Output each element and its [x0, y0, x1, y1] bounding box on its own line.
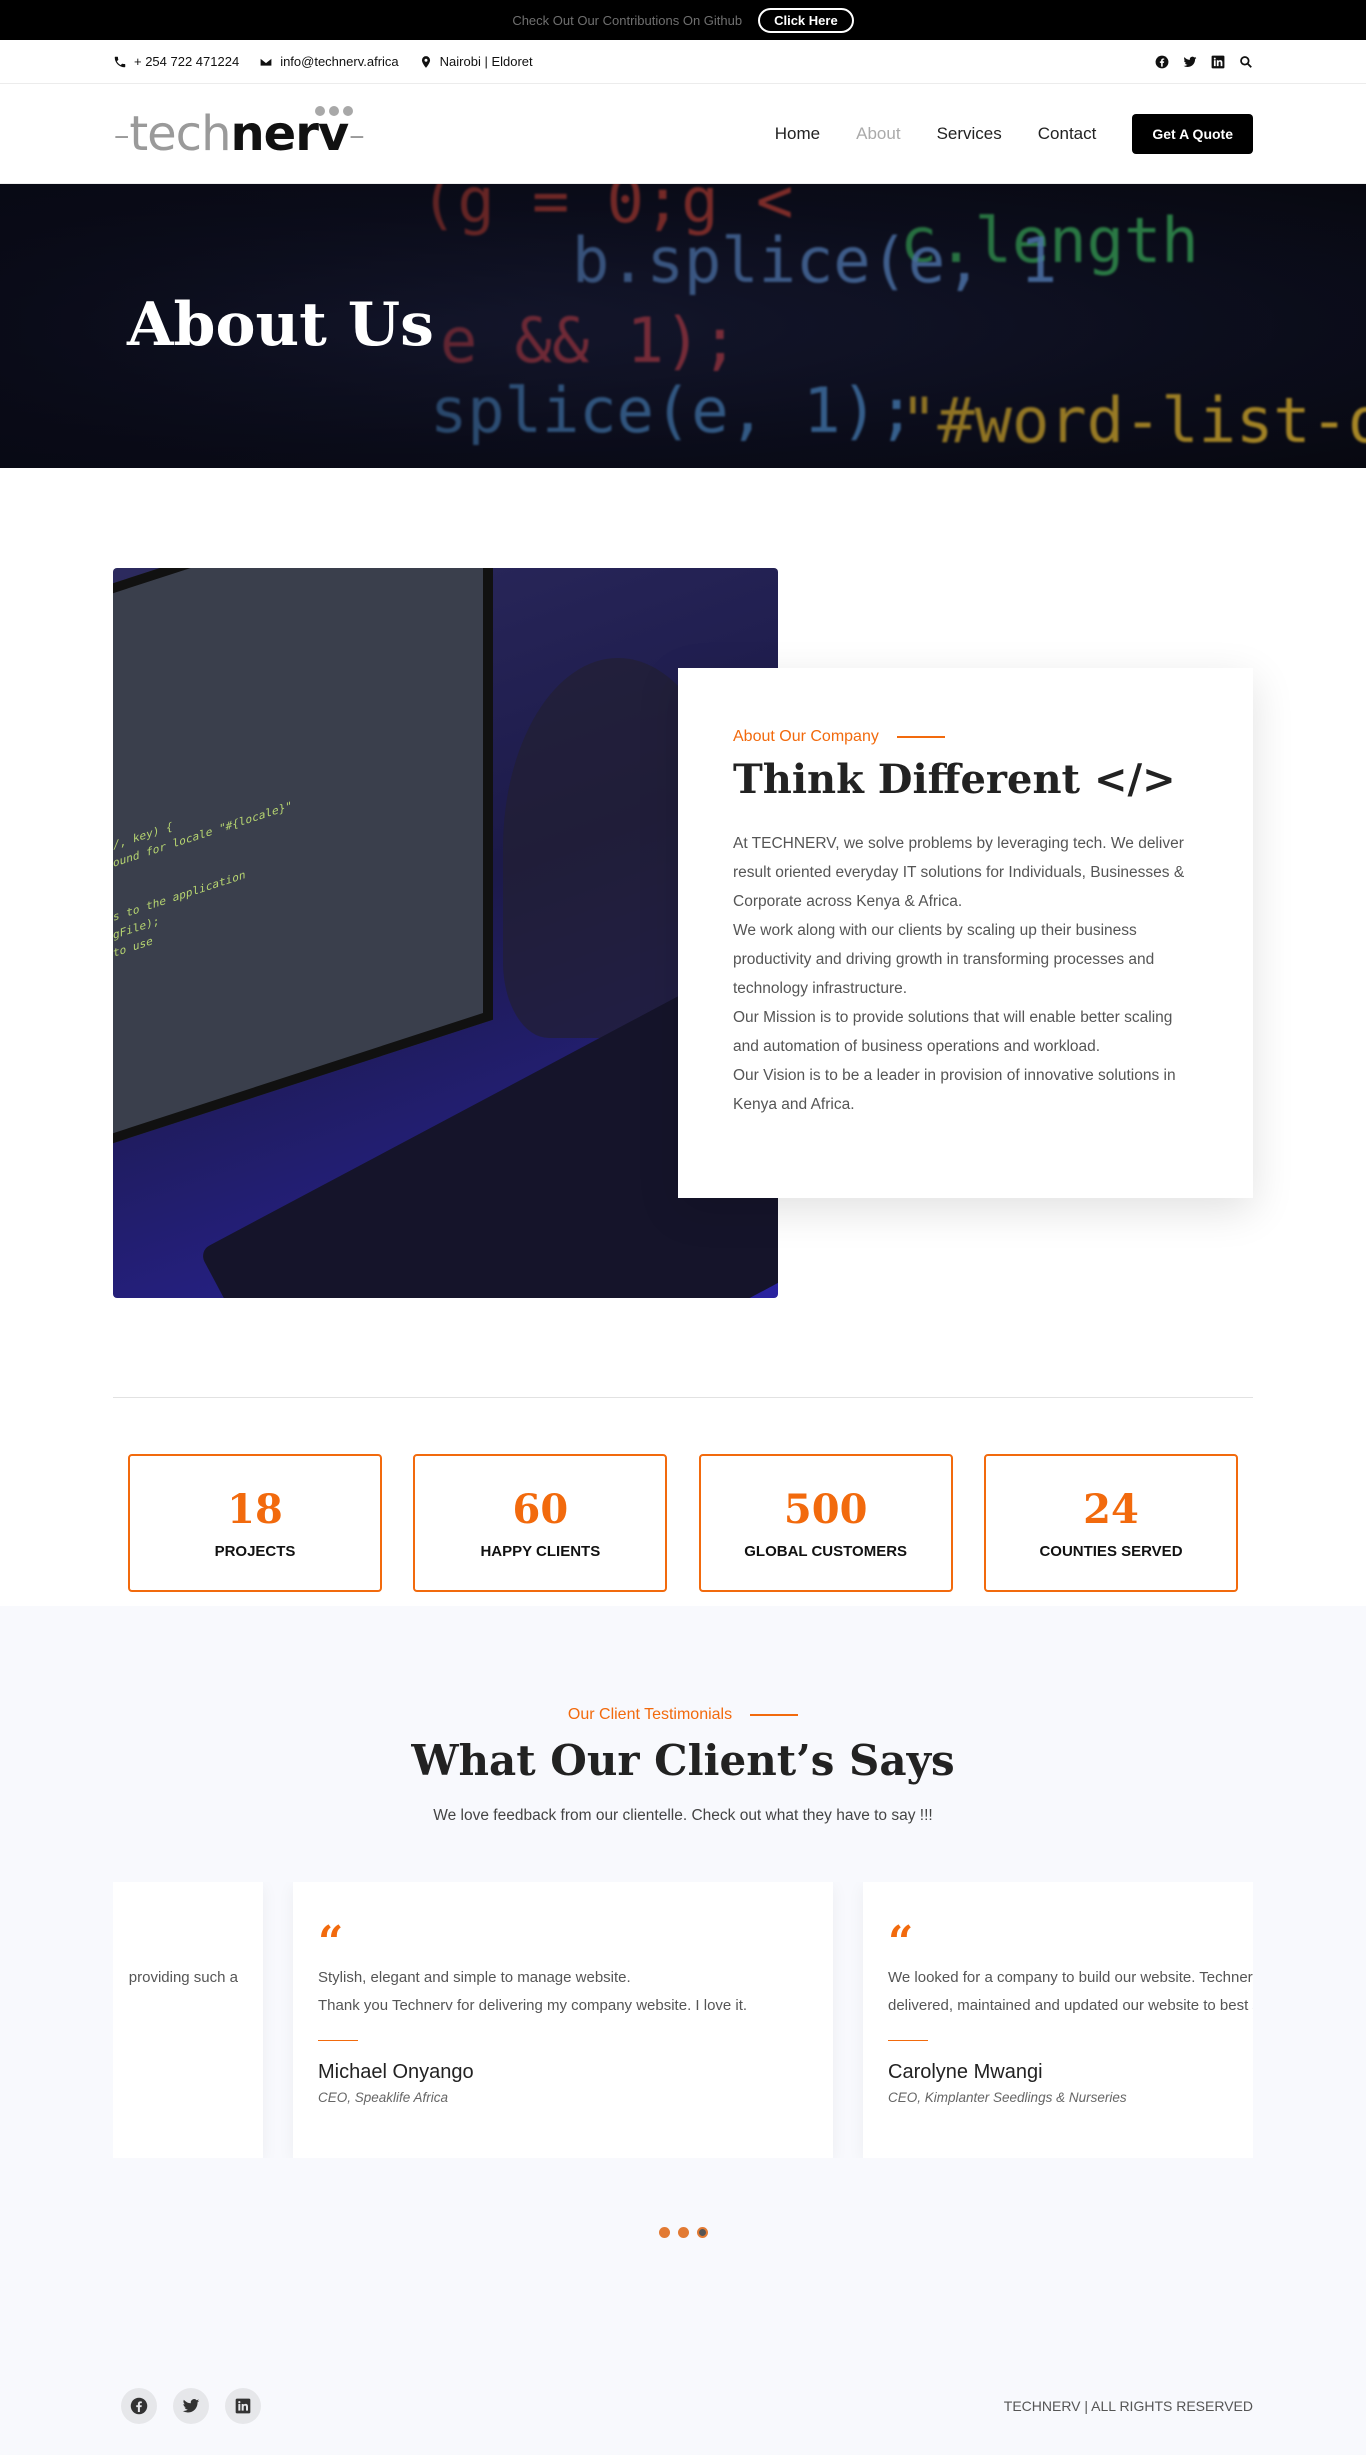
search-icon[interactable]: [1239, 55, 1253, 69]
testimonial-name: Michael Onyango: [318, 2061, 474, 2083]
stat-label: COUNTIES SERVED: [1039, 1543, 1183, 1560]
carousel-dot-active[interactable]: [696, 2227, 708, 2238]
carousel-pagination: [0, 2227, 1366, 2238]
footer-linkedin-button[interactable]: [225, 2388, 261, 2424]
testimonial-card: “ We looked for a company to build our w…: [863, 1882, 1253, 2158]
location-text: Nairobi | Eldoret: [439, 54, 533, 69]
testimonial-text: delivered, maintained and updated our we…: [888, 1997, 1253, 2014]
email-address: info@technerv.africa: [280, 54, 399, 69]
stat-label: PROJECTS: [214, 1543, 296, 1560]
facebook-icon[interactable]: [1155, 55, 1169, 69]
testimonial-role: CEO, Kimplanter Seedlings & Nurseries: [888, 2090, 1127, 2105]
linkedin-icon: [235, 2398, 251, 2414]
stat-counties-served: 24 COUNTIES SERVED: [983, 1454, 1238, 1592]
email-contact[interactable]: info@technerv.africa: [259, 54, 399, 69]
stat-global-customers: 500 GLOBAL CUSTOMERS: [698, 1454, 953, 1592]
site-header: - tech nerv - Home About Services Contac…: [0, 84, 1366, 184]
testimonial-text: Stylish, elegant and simple to manage we…: [318, 1969, 631, 1986]
about-paragraph: At TECHNERV, we solve problems by levera…: [733, 835, 1185, 910]
quote-icon: “: [113, 1928, 238, 1964]
stat-projects: 18 PROJECTS: [128, 1454, 382, 1592]
linkedin-icon[interactable]: [1211, 55, 1225, 69]
facebook-icon: [130, 2397, 148, 2415]
about-title: Think Different </>: [733, 756, 1176, 803]
phone-icon: [114, 56, 126, 67]
page-title: About Us: [127, 290, 434, 360]
stat-number: 500: [783, 1486, 868, 1533]
carousel-dot[interactable]: [658, 2227, 670, 2238]
footer-facebook-button[interactable]: [121, 2388, 157, 2424]
testimonial-role: CEO, Speaklife Africa: [318, 2090, 449, 2105]
testimonial-text: We looked for a company to build our web…: [888, 1969, 1253, 1986]
main-nav: Home About Services Contact Get A Quote: [775, 113, 1253, 154]
testimonial-card: “ Stylish, elegant and simple to manage …: [293, 1882, 833, 2158]
logo-tech: tech: [129, 105, 231, 162]
location-icon: [421, 55, 430, 68]
stat-happy-clients: 60 HAPPY CLIENTS: [413, 1454, 668, 1592]
phone-contact[interactable]: + 254 722 471224: [113, 54, 239, 69]
about-paragraph: We work along with our clients by scalin…: [733, 922, 1155, 997]
testimonials-subtitle: We love feedback from our clientelle. Ch…: [433, 1807, 933, 1824]
carousel-dot[interactable]: [677, 2227, 689, 2238]
twitter-icon: [182, 2399, 200, 2413]
site-footer: TECHNERV | ALL RIGHTS RESERVED: [113, 2388, 1253, 2424]
page-hero: c.length (g = 0;g < b.splice(e, 1 e && 1…: [0, 184, 1366, 468]
footer-social: [121, 2388, 261, 2424]
stat-label: GLOBAL CUSTOMERS: [744, 1543, 908, 1560]
nav-services[interactable]: Services: [937, 124, 1002, 144]
testimonial-text: Thank you Technerv for delivering my com…: [318, 1997, 748, 2014]
github-click-here-button[interactable]: Click Here: [758, 7, 854, 33]
logo-dash-left: -: [113, 105, 130, 162]
logo-dots: [303, 105, 365, 116]
stats-row: 18 PROJECTS 60 HAPPY CLIENTS 500 GLOBAL …: [0, 1398, 1366, 1606]
contact-strip: + 254 722 471224 info@technerv.africa Na…: [0, 40, 1366, 84]
stat-label: HAPPY CLIENTS: [480, 1543, 601, 1560]
nav-contact[interactable]: Contact: [1038, 124, 1097, 144]
get-a-quote-button[interactable]: Get A Quote: [1132, 113, 1253, 154]
section-divider: [113, 1397, 1253, 1398]
stat-number: 60: [512, 1486, 569, 1533]
testimonials-kicker: Our Client Testimonials: [0, 1706, 1366, 1724]
testimonial-name: Carolyne Mwangi: [888, 2061, 1043, 2083]
footer-twitter-button[interactable]: [173, 2388, 209, 2424]
technerv-logo[interactable]: - tech nerv -: [113, 104, 366, 164]
quote-icon: “: [318, 1917, 344, 1968]
stat-number: 18: [227, 1486, 283, 1533]
footer-copyright: TECHNERV | ALL RIGHTS RESERVED: [1003, 2398, 1253, 2414]
quote-icon: “: [888, 1917, 914, 1968]
testimonial-text: providing such a: [128, 1969, 238, 1986]
testimonials-section: Our Client Testimonials What Our Client’…: [0, 1606, 1366, 2455]
testimonials-title: What Our Client’s Says: [411, 1736, 955, 1785]
location-contact: Nairobi | Eldoret: [419, 54, 533, 69]
testimonials-carousel[interactable]: “ providing such a “ Stylish, elegant an…: [113, 1882, 1253, 2158]
about-card: About Our Company Think Different </> At…: [678, 668, 1253, 1198]
nav-about[interactable]: About: [856, 124, 900, 144]
about-section: /, key) {ound for locale "#{locale}" s to…: [0, 468, 1366, 1398]
about-paragraph: Our Mission is to provide solutions that…: [733, 1009, 1173, 1055]
email-icon: [259, 56, 273, 67]
nav-home[interactable]: Home: [775, 124, 820, 144]
twitter-icon[interactable]: [1183, 55, 1197, 69]
stat-number: 24: [1083, 1486, 1139, 1533]
about-paragraph: Our Vision is to be a leader in provisio…: [733, 1067, 1176, 1113]
about-kicker: About Our Company: [733, 728, 1198, 746]
phone-number: + 254 722 471224: [134, 54, 240, 69]
testimonial-card: “ providing such a: [113, 1882, 263, 2158]
announcement-bar: Check Out Our Contributions On Github Cl…: [0, 0, 1366, 40]
announcement-text: Check Out Our Contributions On Github: [512, 12, 743, 28]
